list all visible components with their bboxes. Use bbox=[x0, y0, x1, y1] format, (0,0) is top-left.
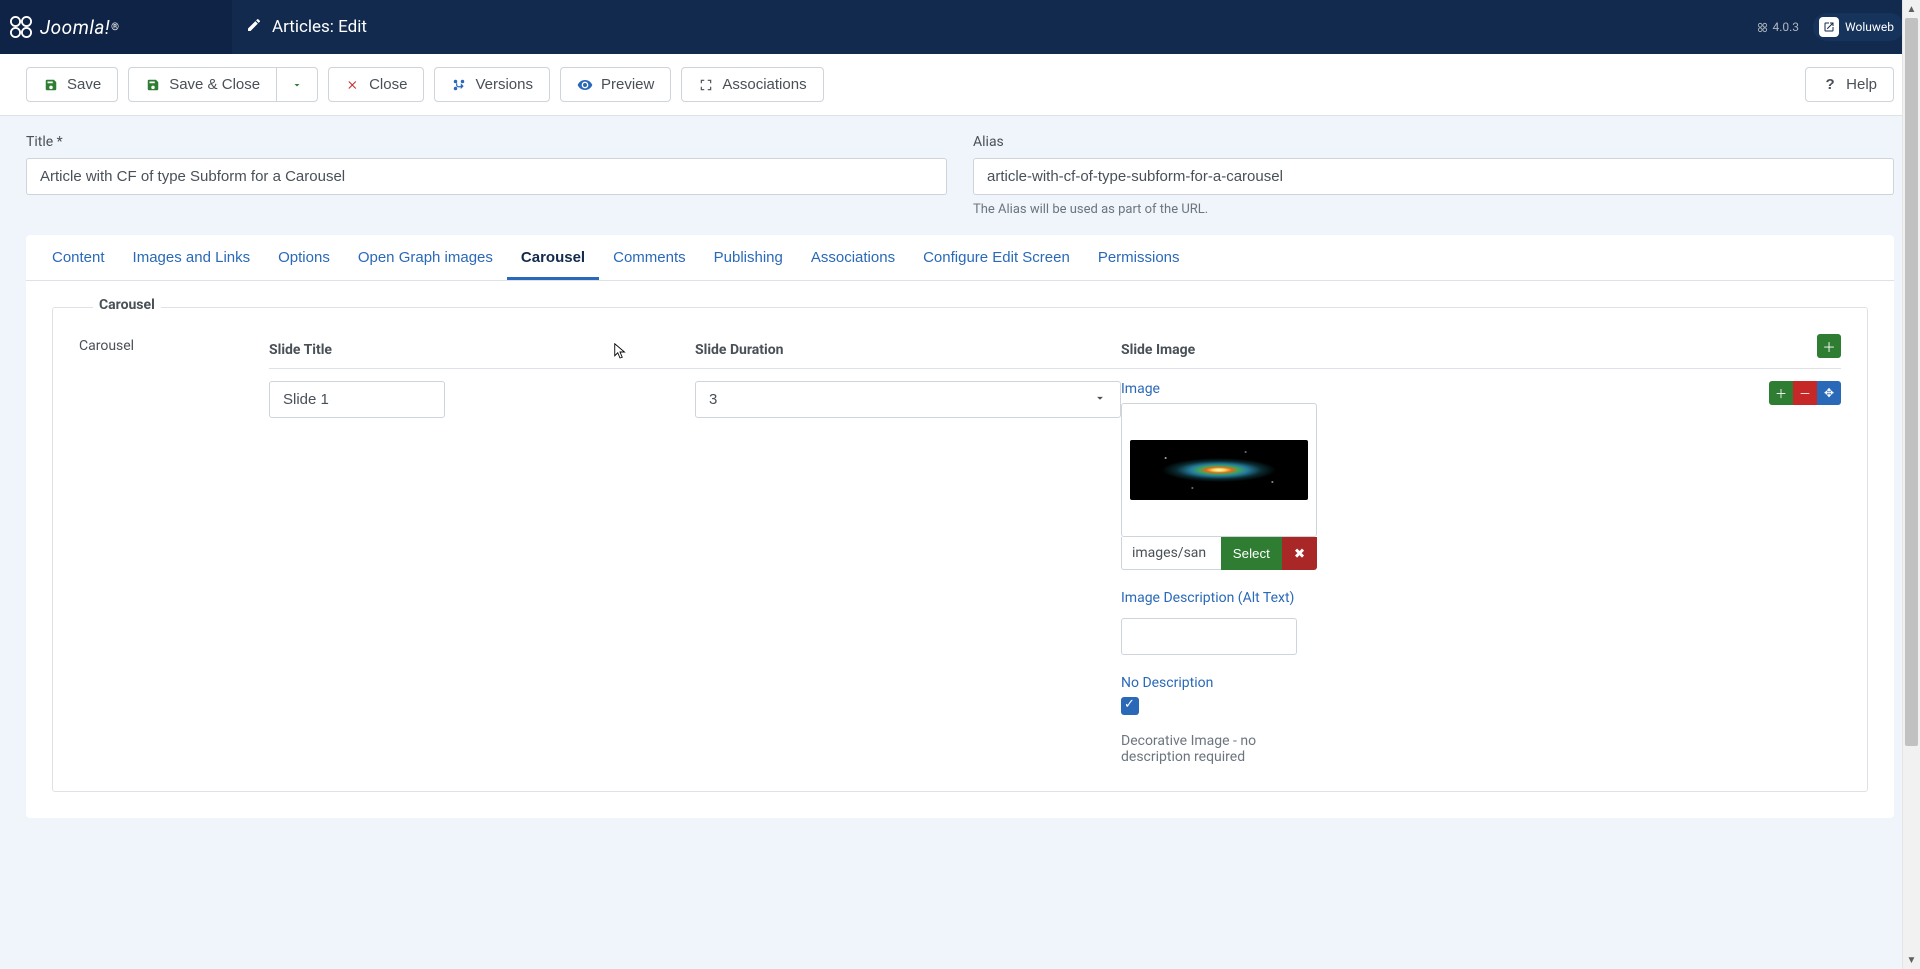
save-close-group: Save & Close bbox=[128, 67, 318, 102]
image-clear-button[interactable]: ✖ bbox=[1282, 537, 1317, 570]
scroll-up-button[interactable]: ▲ bbox=[1903, 0, 1920, 18]
fieldset-legend: Carousel bbox=[93, 297, 161, 313]
associations-button[interactable]: Associations bbox=[681, 67, 823, 102]
joomla-small-icon bbox=[1757, 22, 1768, 33]
alias-label: Alias bbox=[973, 134, 1894, 150]
external-link-icon bbox=[1819, 17, 1839, 37]
save-close-dropdown[interactable] bbox=[277, 67, 318, 102]
col-slide-image: Slide Image bbox=[1121, 342, 1811, 358]
save-button[interactable]: Save bbox=[26, 67, 118, 102]
tab-carousel[interactable]: Carousel bbox=[507, 235, 599, 280]
alias-input[interactable] bbox=[973, 158, 1894, 195]
carousel-panel: Carousel Carousel Slide Title Slide Dura… bbox=[26, 281, 1894, 818]
galaxy-thumbnail bbox=[1130, 440, 1308, 500]
scroll-thumb[interactable] bbox=[1905, 18, 1918, 746]
joomla-icon bbox=[10, 16, 32, 38]
tab-permissions[interactable]: Permissions bbox=[1084, 235, 1194, 280]
question-icon: ? bbox=[1822, 77, 1838, 93]
title-input[interactable] bbox=[26, 158, 947, 195]
save-icon bbox=[145, 77, 161, 93]
image-label: Image bbox=[1121, 381, 1763, 397]
slide-title-input[interactable] bbox=[269, 381, 445, 418]
contract-icon bbox=[698, 77, 714, 93]
close-icon bbox=[345, 77, 361, 93]
user-menu[interactable]: Woluweb bbox=[1813, 13, 1904, 41]
minus-icon: － bbox=[1799, 385, 1811, 402]
alt-text-label: Image Description (Alt Text) bbox=[1121, 590, 1763, 606]
slide-duration-select[interactable] bbox=[695, 381, 1121, 418]
row-move-button[interactable]: ✥ bbox=[1817, 381, 1841, 405]
add-row-button[interactable]: ＋ bbox=[1817, 334, 1841, 358]
tab-associations[interactable]: Associations bbox=[797, 235, 909, 280]
plus-icon: ＋ bbox=[1822, 337, 1835, 356]
close-button[interactable]: Close bbox=[328, 67, 424, 102]
image-select-button[interactable]: Select bbox=[1221, 537, 1282, 570]
title-alias-section: Title Alias The Alias will be used as pa… bbox=[0, 116, 1920, 235]
image-path-input[interactable]: images/san bbox=[1121, 537, 1221, 570]
edit-tabs: Content Images and Links Options Open Gr… bbox=[26, 235, 1894, 281]
no-description-help: Decorative Image - no description requir… bbox=[1121, 733, 1297, 765]
branch-icon bbox=[451, 77, 467, 93]
move-icon: ✥ bbox=[1824, 386, 1834, 400]
versions-button[interactable]: Versions bbox=[434, 67, 550, 102]
version-badge[interactable]: 4.0.3 bbox=[1757, 20, 1799, 34]
tab-configure-edit[interactable]: Configure Edit Screen bbox=[909, 235, 1084, 280]
image-preview bbox=[1121, 403, 1317, 537]
eye-icon bbox=[577, 77, 593, 93]
alt-text-input[interactable] bbox=[1121, 618, 1297, 655]
subform-row: Image images/san Select ✖ bbox=[269, 369, 1841, 765]
tab-publishing[interactable]: Publishing bbox=[700, 235, 797, 280]
tab-images-links[interactable]: Images and Links bbox=[119, 235, 265, 280]
scroll-track[interactable] bbox=[1903, 18, 1920, 951]
title-label: Title bbox=[26, 134, 947, 150]
action-toolbar: Save Save & Close Close Versions Preview… bbox=[0, 54, 1920, 116]
page-title-area: Articles: Edit bbox=[232, 0, 1757, 54]
row-add-button[interactable]: ＋ bbox=[1769, 381, 1793, 405]
logo-text: Joomla! bbox=[40, 16, 110, 39]
save-close-button[interactable]: Save & Close bbox=[128, 67, 277, 102]
edit-icon bbox=[246, 17, 262, 38]
carousel-fieldset: Carousel Carousel Slide Title Slide Dura… bbox=[52, 307, 1868, 792]
scroll-down-button[interactable]: ▼ bbox=[1903, 951, 1920, 969]
col-slide-title: Slide Title bbox=[269, 342, 695, 358]
col-slide-duration: Slide Duration bbox=[695, 342, 1121, 358]
subform-header: Slide Title Slide Duration Slide Image ＋ bbox=[269, 334, 1841, 369]
preview-button[interactable]: Preview bbox=[560, 67, 671, 102]
help-button[interactable]: ? Help bbox=[1805, 67, 1894, 102]
save-icon bbox=[43, 77, 59, 93]
joomla-logo[interactable]: Joomla! ® bbox=[0, 0, 232, 54]
row-actions: ＋ － ✥ bbox=[1769, 381, 1841, 405]
chevron-down-icon bbox=[289, 77, 305, 93]
page-title: Articles: Edit bbox=[272, 17, 367, 37]
row-remove-button[interactable]: － bbox=[1793, 381, 1817, 405]
close-icon: ✖ bbox=[1294, 546, 1305, 561]
no-description-checkbox[interactable] bbox=[1121, 697, 1139, 715]
tab-open-graph[interactable]: Open Graph images bbox=[344, 235, 507, 280]
plus-icon: ＋ bbox=[1775, 385, 1787, 402]
tab-comments[interactable]: Comments bbox=[599, 235, 700, 280]
tab-content[interactable]: Content bbox=[38, 235, 119, 280]
vertical-scrollbar[interactable]: ▲ ▼ bbox=[1902, 0, 1920, 969]
top-bar: Joomla! ® Articles: Edit 4.0.3 Woluweb bbox=[0, 0, 1920, 54]
no-description-label: No Description bbox=[1121, 675, 1763, 691]
tab-options[interactable]: Options bbox=[264, 235, 344, 280]
alias-hint: The Alias will be used as part of the UR… bbox=[973, 202, 1894, 217]
carousel-field-label: Carousel bbox=[79, 334, 229, 765]
